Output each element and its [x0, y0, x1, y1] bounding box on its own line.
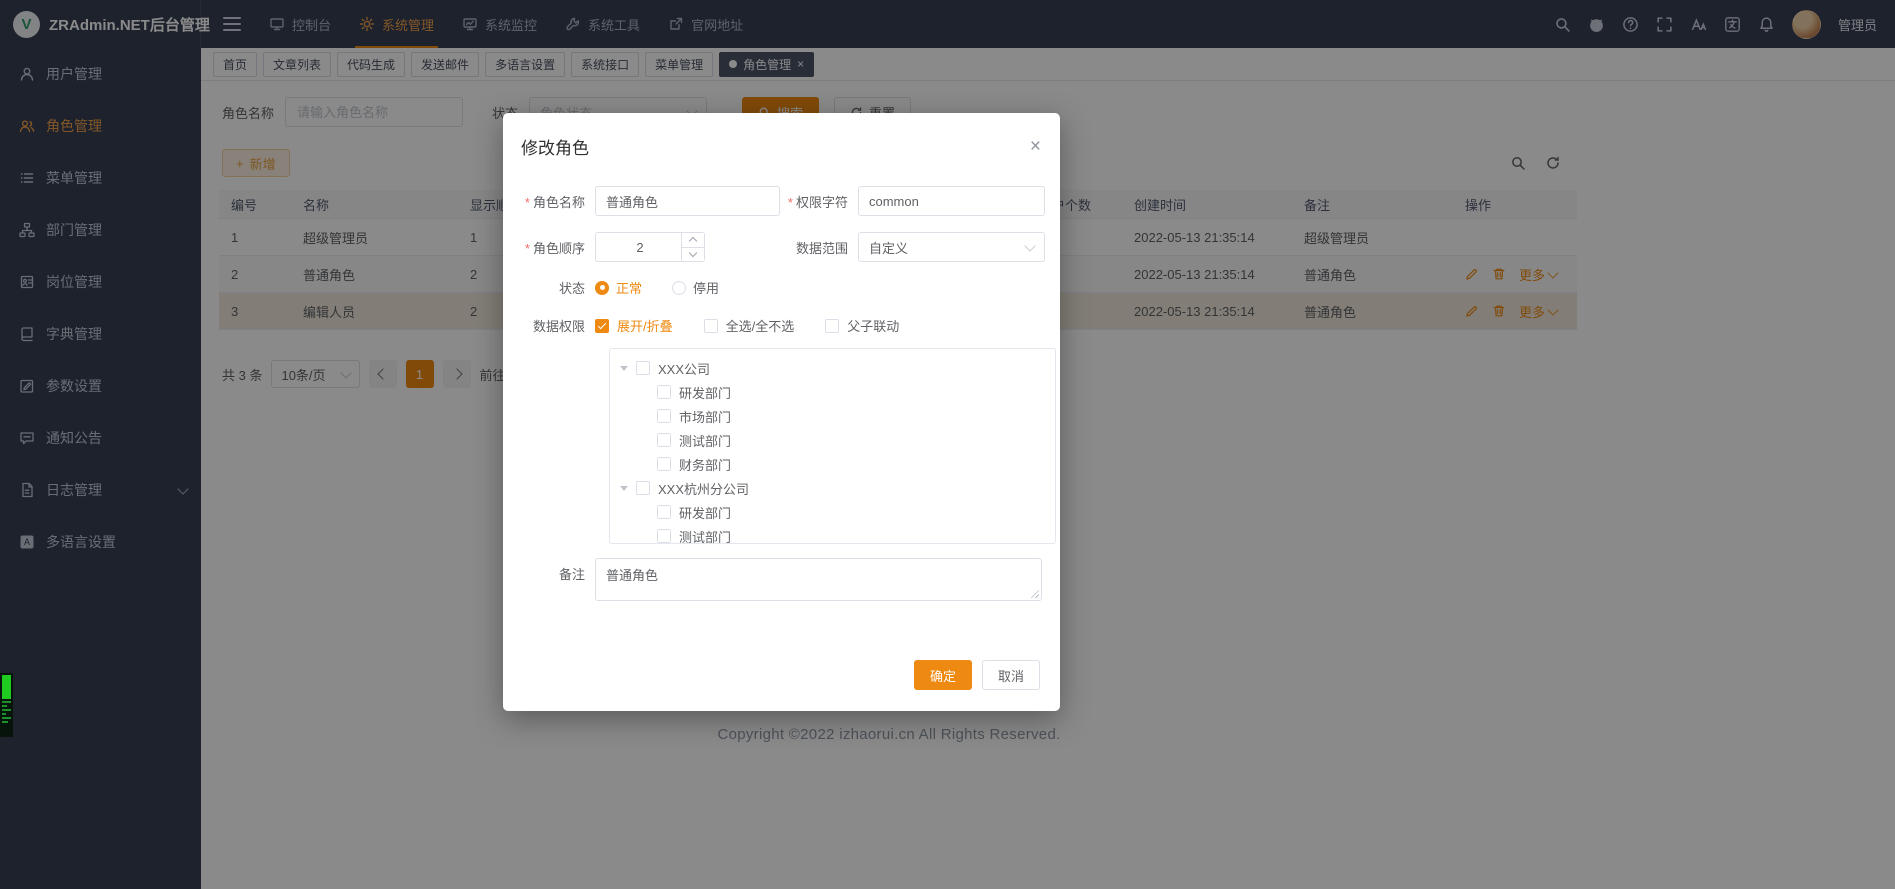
role-name-field[interactable]	[595, 186, 780, 216]
dialog-footer: 确定 取消	[914, 660, 1040, 690]
form-row: 状态 正常 停用	[517, 278, 1045, 297]
data-perm-field-label: 数据权限	[517, 316, 595, 335]
tree-node[interactable]: 财务部门	[610, 452, 1055, 476]
screen: V ZRAdmin.NET后台管理 控制台 系统管理 系统监控 系统工具	[0, 0, 1895, 889]
checkbox-icon[interactable]	[657, 385, 671, 399]
confirm-button[interactable]: 确定	[914, 660, 972, 690]
checkbox-icon[interactable]	[657, 505, 671, 519]
checkbox-icon[interactable]	[657, 457, 671, 471]
tree-node[interactable]: 研发部门	[610, 380, 1055, 404]
radio-icon	[672, 281, 686, 295]
dialog-title: 修改角色	[521, 134, 589, 159]
tree-node[interactable]: 研发部门	[610, 500, 1055, 524]
radio-icon	[595, 281, 609, 295]
select-all-checkbox[interactable]: 全选/全不选	[704, 316, 795, 335]
tree-node[interactable]: XXX杭州分公司	[610, 476, 1055, 500]
checkbox-icon[interactable]	[636, 481, 650, 495]
checkbox-icon[interactable]	[657, 529, 671, 543]
chevron-down-icon	[689, 249, 697, 257]
department-tree: XXX公司 研发部门 市场部门 测试部门 财务部门	[609, 348, 1056, 544]
fps-stats-widget	[0, 673, 13, 737]
dialog-header: 修改角色 ×	[503, 113, 1060, 159]
checkbox-icon[interactable]	[636, 361, 650, 375]
tree-node[interactable]: 市场部门	[610, 404, 1055, 428]
checkbox-icon[interactable]	[657, 433, 671, 447]
close-icon[interactable]: ×	[1030, 137, 1041, 156]
form-row: 数据权限 展开/折叠 全选/全不选 父子联动	[517, 316, 1045, 335]
status-radio-disabled[interactable]: 停用	[672, 278, 719, 297]
status-field-label: 状态	[517, 278, 595, 297]
cancel-button[interactable]: 取消	[982, 660, 1040, 690]
tree-node[interactable]: XXX公司	[610, 356, 1055, 380]
edit-role-dialog: 修改角色 × 角色名称 权限字符 角色顺序 2 数据范围	[503, 113, 1060, 711]
checkbox-icon	[595, 319, 609, 333]
role-order-field-label: 角色顺序	[517, 238, 595, 257]
form-row: 备注 普通角色	[517, 558, 1045, 601]
tree-caret-icon[interactable]	[620, 366, 628, 371]
data-scope-select[interactable]: 自定义	[858, 232, 1045, 262]
perm-string-field[interactable]	[858, 186, 1045, 216]
expand-collapse-checkbox[interactable]: 展开/折叠	[595, 316, 673, 335]
remark-textarea[interactable]: 普通角色	[595, 558, 1042, 601]
perm-string-field-label: 权限字符	[780, 192, 858, 211]
decrease-button[interactable]	[682, 247, 704, 262]
checkbox-icon	[704, 319, 718, 333]
role-order-stepper[interactable]: 2	[595, 232, 705, 262]
form-row: 角色名称 权限字符	[517, 186, 1045, 216]
data-scope-field-label: 数据范围	[705, 238, 858, 257]
tree-node[interactable]: 测试部门	[610, 524, 1055, 544]
increase-button[interactable]	[682, 233, 704, 247]
chevron-down-icon	[1024, 240, 1035, 251]
tree-node[interactable]: 测试部门	[610, 428, 1055, 452]
checkbox-icon[interactable]	[657, 409, 671, 423]
checkbox-icon	[825, 319, 839, 333]
dialog-body: 角色名称 权限字符 角色顺序 2 数据范围 自定义	[503, 159, 1060, 601]
role-name-field-label: 角色名称	[517, 192, 595, 211]
remark-field-label: 备注	[517, 564, 595, 583]
tree-caret-icon[interactable]	[620, 486, 628, 491]
parent-child-link-checkbox[interactable]: 父子联动	[825, 316, 899, 335]
chevron-up-icon	[689, 237, 697, 245]
role-order-value: 2	[636, 240, 643, 255]
status-radio-normal[interactable]: 正常	[595, 278, 642, 297]
form-row: 角色顺序 2 数据范围 自定义	[517, 232, 1045, 262]
